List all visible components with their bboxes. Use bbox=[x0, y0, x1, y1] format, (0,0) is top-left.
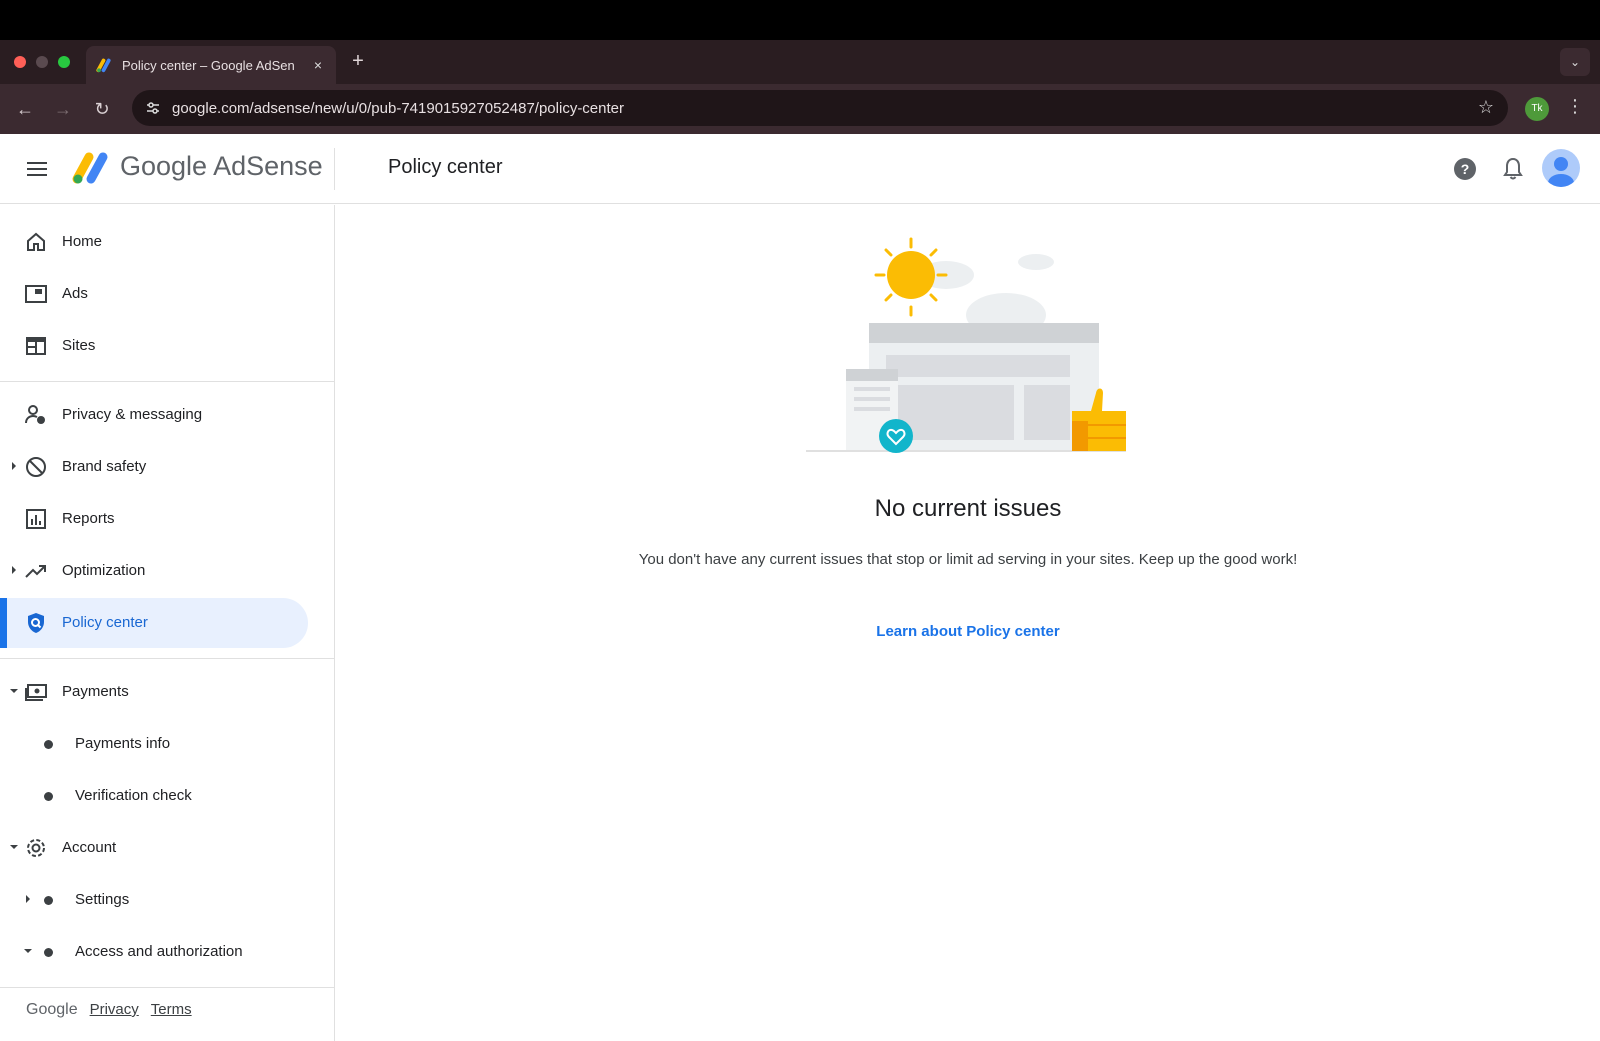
policy-shield-icon bbox=[28, 613, 44, 633]
bullet-dot bbox=[44, 896, 53, 905]
browser-profile-avatar[interactable]: Tk bbox=[1525, 97, 1549, 121]
sidebar-item-label: Policy center bbox=[62, 614, 148, 631]
tab-close-icon[interactable]: × bbox=[310, 57, 326, 73]
sidebar-item-optimization[interactable]: Optimization bbox=[0, 546, 308, 596]
home-icon bbox=[27, 232, 45, 251]
main-content: No current issues You don't have any cur… bbox=[336, 205, 1600, 1041]
maximize-window-button[interactable] bbox=[58, 56, 70, 68]
sidebar-subitem-verification-check[interactable]: Verification check bbox=[0, 771, 308, 821]
sidebar-item-label: Privacy & messaging bbox=[62, 406, 203, 423]
adsense-logo-icon[interactable] bbox=[70, 150, 110, 186]
sidebar-subitem-label: Access and authorization bbox=[75, 943, 243, 960]
learn-policy-center-link[interactable]: Learn about Policy center bbox=[336, 623, 1600, 640]
sidebar-item-label: Reports bbox=[62, 510, 115, 527]
screen-top-bar bbox=[0, 0, 1600, 40]
terms-link[interactable]: Terms bbox=[151, 1001, 192, 1019]
header-divider bbox=[334, 148, 335, 190]
caret-down-icon bbox=[10, 689, 18, 693]
app-header: Google AdSense Policy center ? bbox=[0, 134, 1600, 204]
gear-icon bbox=[27, 839, 45, 857]
sidebar-divider bbox=[0, 381, 335, 382]
caret-down-icon bbox=[24, 949, 32, 953]
notifications-bell-icon[interactable] bbox=[1500, 156, 1526, 182]
payments-icon bbox=[25, 684, 47, 701]
sidebar-item-privacy-messaging[interactable]: Privacy & messaging bbox=[0, 390, 308, 440]
sidebar-divider bbox=[0, 987, 335, 988]
sidebar-divider bbox=[0, 658, 335, 659]
sidebar-subitem-label: Settings bbox=[75, 891, 130, 908]
sidebar-subitem-label: Verification check bbox=[75, 787, 192, 804]
bullet-dot bbox=[44, 740, 53, 749]
svg-text:?: ? bbox=[1461, 161, 1470, 177]
browser-window: Policy center – Google AdSen × + ⌄ ← → ↻… bbox=[0, 40, 1600, 1041]
forward-arrow-icon[interactable]: → bbox=[50, 96, 76, 122]
caret-right-icon bbox=[12, 566, 16, 574]
sidebar-item-home[interactable]: Home bbox=[0, 217, 308, 267]
empty-state-description: You don't have any current issues that s… bbox=[638, 551, 1298, 568]
minimize-window-button[interactable] bbox=[36, 56, 48, 68]
address-bar[interactable]: google.com/adsense/new/u/0/pub-741901592… bbox=[132, 90, 1508, 126]
url-text: google.com/adsense/new/u/0/pub-741901592… bbox=[172, 99, 624, 117]
sidebar-item-payments[interactable]: Payments bbox=[0, 667, 308, 717]
browser-toolbar: ← → ↻ google.com/adsense/new/u/0/pub-741… bbox=[0, 84, 1600, 134]
sidebar-footer: Google Privacy Terms bbox=[26, 1001, 192, 1019]
privacy-icon bbox=[25, 405, 45, 424]
caret-down-icon bbox=[10, 845, 18, 849]
sidebar-item-label: Optimization bbox=[62, 562, 146, 579]
sidebar-item-label: Brand safety bbox=[62, 458, 147, 475]
bullet-dot bbox=[44, 792, 53, 801]
user-avatar-icon bbox=[1548, 157, 1574, 187]
sidebar-item-reports[interactable]: Reports bbox=[0, 494, 308, 544]
footer-google-brand: Google bbox=[26, 1001, 78, 1018]
browser-menu-icon[interactable]: ⋮ bbox=[1566, 96, 1584, 117]
sidebar-subitem-access-authorization[interactable]: Access and authorization bbox=[0, 927, 308, 977]
sidebar-subitem-settings[interactable]: Settings bbox=[0, 875, 308, 925]
sidebar-subitem-payments-info[interactable]: Payments info bbox=[0, 719, 308, 769]
sidebar-item-ads[interactable]: Ads bbox=[0, 269, 308, 319]
tab-title: Policy center – Google AdSen bbox=[122, 57, 295, 73]
sidebar-item-policy-center[interactable]: Policy center bbox=[0, 598, 308, 648]
caret-right-icon bbox=[26, 895, 30, 903]
logo-text: Google AdSense bbox=[120, 151, 323, 181]
sidebar-item-label: Payments bbox=[62, 683, 129, 700]
help-icon[interactable]: ? bbox=[1452, 156, 1478, 182]
no-issues-illustration bbox=[806, 237, 1126, 453]
hamburger-menu-icon[interactable] bbox=[24, 156, 50, 182]
bookmark-star-icon[interactable]: ☆ bbox=[1478, 97, 1494, 118]
sidebar-item-label: Home bbox=[62, 233, 103, 250]
sidebar-item-sites[interactable]: Sites bbox=[0, 321, 308, 371]
tab-strip: Policy center – Google AdSen × + ⌄ bbox=[0, 40, 1600, 84]
caret-right-icon bbox=[12, 462, 16, 470]
new-tab-button[interactable]: + bbox=[346, 50, 370, 73]
sidebar-item-label: Account bbox=[62, 839, 117, 856]
reload-icon[interactable]: ↻ bbox=[89, 96, 115, 122]
account-avatar[interactable] bbox=[1542, 149, 1580, 187]
sidebar-subitem-label: Payments info bbox=[75, 735, 171, 752]
sidebar-item-label: Ads bbox=[62, 285, 88, 302]
adsense-favicon-icon bbox=[96, 58, 111, 73]
close-window-button[interactable] bbox=[14, 56, 26, 68]
sidebar-item-label: Sites bbox=[62, 337, 96, 354]
bullet-dot bbox=[44, 948, 53, 957]
back-arrow-icon[interactable]: ← bbox=[12, 96, 38, 122]
sidebar-item-account[interactable]: Account bbox=[0, 823, 308, 873]
empty-state-title: No current issues bbox=[874, 495, 1062, 522]
ads-icon bbox=[25, 285, 47, 303]
browser-tab-active[interactable]: Policy center – Google AdSen × bbox=[86, 46, 336, 84]
site-settings-icon[interactable] bbox=[144, 99, 162, 117]
sidebar-item-brand-safety[interactable]: Brand safety bbox=[0, 442, 308, 492]
trending-up-icon bbox=[25, 565, 46, 578]
block-icon bbox=[26, 457, 46, 477]
privacy-link[interactable]: Privacy bbox=[90, 1001, 139, 1019]
sites-icon bbox=[26, 337, 46, 355]
bar-chart-icon bbox=[26, 509, 46, 529]
tab-search-chevron-icon[interactable]: ⌄ bbox=[1560, 48, 1590, 76]
page-title: Policy center bbox=[388, 156, 503, 178]
sidebar-nav: Home Ads Sites Privacy & messaging Brand… bbox=[0, 205, 335, 1041]
adsense-app: Google AdSense Policy center ? Home Ads … bbox=[0, 134, 1600, 1041]
